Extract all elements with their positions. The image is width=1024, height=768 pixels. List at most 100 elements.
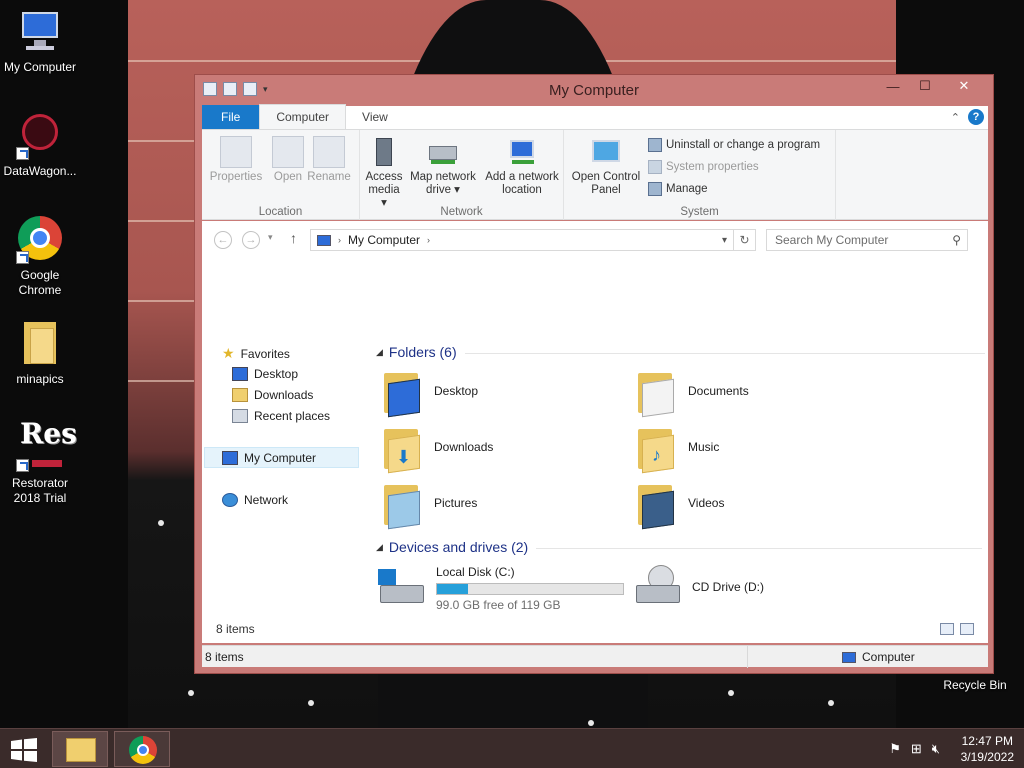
manage-button[interactable]: Manage <box>648 182 708 196</box>
taskbar-file-explorer[interactable] <box>52 731 108 767</box>
search-icon[interactable]: ⚲ <box>952 233 961 247</box>
restorator-icon: Res <box>16 420 77 472</box>
nav-item-recent-places[interactable]: Recent places <box>232 409 330 423</box>
desktop-folder-icon <box>380 367 424 418</box>
desktop-icon-datawagon[interactable]: DataWagon... <box>0 112 80 179</box>
folder-item-documents[interactable]: Documents <box>634 367 749 418</box>
desktop-icon-label: minapics <box>16 372 64 386</box>
collapse-ribbon-icon[interactable]: ⌃ <box>951 111 960 124</box>
folder-item-videos[interactable]: Videos <box>634 479 724 530</box>
open-button[interactable]: Open <box>268 136 308 184</box>
properties-button[interactable]: Properties <box>208 136 264 184</box>
volume-muted-icon[interactable]: 🔇︎ <box>932 741 940 757</box>
properties-icon <box>220 136 252 168</box>
clock-time: 12:47 PM <box>961 734 1013 748</box>
up-button[interactable]: ↑ <box>290 230 297 246</box>
help-icon[interactable]: ? <box>968 109 984 125</box>
status-bar: 8 items Computer <box>202 645 988 668</box>
folder-item-music[interactable]: ♪ Music <box>634 423 719 474</box>
computer-icon <box>842 651 856 663</box>
pictures-folder-icon <box>380 479 424 530</box>
windows-logo-icon <box>11 738 37 762</box>
status-location: Computer <box>862 650 915 664</box>
desktop-icon-my-computer[interactable]: My Computer <box>0 8 80 75</box>
window-title: My Computer <box>548 82 640 99</box>
network-drive-icon <box>427 136 459 168</box>
access-media-button[interactable]: Access media ▾ <box>364 136 404 210</box>
folder-item-pictures[interactable]: Pictures <box>380 479 477 530</box>
tab-computer[interactable]: Computer <box>259 104 347 129</box>
folder-item-desktop[interactable]: Desktop <box>380 367 478 418</box>
control-panel-icon <box>590 136 622 168</box>
start-button[interactable] <box>10 738 38 762</box>
rename-button[interactable]: Rename <box>306 136 352 184</box>
local-disk-icon <box>378 567 428 611</box>
devices-section-header[interactable]: ◢ Devices and drives (2) <box>376 539 983 555</box>
action-center-flag-icon[interactable]: ⚑ <box>889 741 901 757</box>
disk-usage-bar <box>436 583 624 595</box>
ribbon-group-location: Properties Open Rename Location <box>202 130 360 220</box>
tab-file[interactable]: File <box>202 105 260 129</box>
network-tray-icon[interactable]: ⊞ <box>911 741 922 757</box>
star-icon: ★ <box>222 345 235 361</box>
drive-item-d[interactable]: CD Drive (D:) <box>634 565 764 609</box>
network-location-icon <box>506 136 538 168</box>
chevron-right-icon[interactable]: › <box>427 235 430 245</box>
drive-item-c[interactable]: Local Disk (C:) 99.0 GB free of 119 GB <box>378 565 624 612</box>
title-bar[interactable]: ▾ My Computer — ☐ ✕ <box>195 75 993 105</box>
clock[interactable]: 12:47 PM 3/19/2022 <box>961 733 1014 765</box>
documents-folder-icon <box>634 367 678 418</box>
ribbon-group-system: Open Control Panel Uninstall or change a… <box>564 130 836 220</box>
nav-network[interactable]: Network <box>222 493 288 507</box>
chevron-down-icon[interactable]: ▾ <box>722 235 727 246</box>
file-explorer-icon <box>66 738 96 762</box>
forward-button[interactable]: → <box>242 231 260 249</box>
tab-view[interactable]: View <box>346 105 404 129</box>
cd-drive-icon <box>634 565 684 609</box>
details-view-icon[interactable] <box>940 623 954 635</box>
system-properties-button[interactable]: System properties <box>648 160 759 174</box>
drive-name: Local Disk (C:) <box>436 565 515 579</box>
status-item-count: 8 items <box>205 650 244 664</box>
desktop-icon-minapics[interactable]: minapics <box>0 320 80 387</box>
maximize-button[interactable]: ☐ <box>909 75 941 97</box>
search-placeholder: Search My Computer <box>775 233 889 247</box>
folder-item-downloads[interactable]: ⬇ Downloads <box>380 423 493 474</box>
refresh-button[interactable]: ↻ <box>734 229 756 251</box>
desktop-icon-restorator[interactable]: Res Restorator 2018 Trial <box>0 420 80 506</box>
large-icons-view-icon[interactable] <box>960 623 974 635</box>
back-button[interactable]: ← <box>214 231 232 249</box>
item-count: 8 items <box>216 622 255 636</box>
recent-places-icon <box>232 409 248 423</box>
collapse-icon[interactable]: ◢ <box>376 347 383 358</box>
open-icon <box>272 136 304 168</box>
nav-my-computer[interactable]: My Computer <box>222 451 316 465</box>
add-network-location-button[interactable]: Add a network location <box>482 136 562 197</box>
nav-item-desktop[interactable]: Desktop <box>232 367 298 381</box>
ribbon-tabs: File Computer View ⌃ ? <box>202 104 988 130</box>
uninstall-program-button[interactable]: Uninstall or change a program <box>648 138 820 152</box>
group-label: System <box>680 206 719 218</box>
taskbar: ⚑ ⊞ 🔇︎ 12:47 PM 3/19/2022 <box>0 728 1024 768</box>
clock-date: 3/19/2022 <box>960 750 1014 764</box>
navigation-pane: ★ Favorites Desktop Downloads Recent pla… <box>202 259 362 643</box>
open-control-panel-button[interactable]: Open Control Panel <box>568 136 644 197</box>
group-label: Location <box>258 206 303 218</box>
taskbar-chrome[interactable] <box>114 731 170 767</box>
address-path[interactable]: My Computer <box>348 233 420 247</box>
videos-folder-icon <box>634 479 678 530</box>
explorer-body: ★ Favorites Desktop Downloads Recent pla… <box>202 259 988 643</box>
chevron-right-icon[interactable]: › <box>338 235 341 245</box>
recent-locations-icon[interactable]: ▾ <box>268 232 273 243</box>
map-network-drive-button[interactable]: Map network drive ▾ <box>406 136 480 197</box>
address-bar[interactable]: › My Computer › ▾ <box>310 229 734 251</box>
folders-section-header[interactable]: ◢ Folders (6) <box>376 344 985 360</box>
desktop-icon-google-chrome[interactable]: Google Chrome <box>0 216 80 298</box>
nav-favorites[interactable]: ★ Favorites <box>222 345 290 362</box>
close-button[interactable]: ✕ <box>941 75 987 97</box>
nav-item-downloads[interactable]: Downloads <box>232 388 313 402</box>
minimize-button[interactable]: — <box>877 75 909 97</box>
collapse-icon[interactable]: ◢ <box>376 542 383 553</box>
search-input[interactable]: Search My Computer ⚲ <box>766 229 968 251</box>
desktop-icon-label: My Computer <box>3 60 77 74</box>
